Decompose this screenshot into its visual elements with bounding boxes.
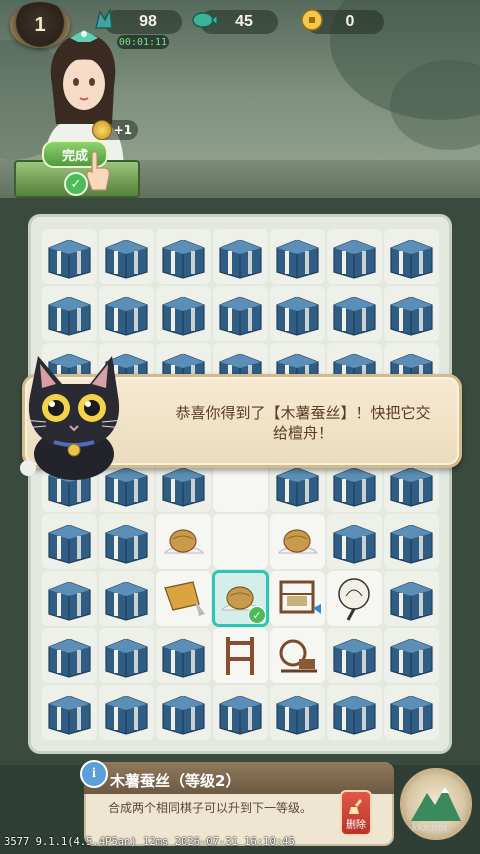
- coin-icon: [296, 4, 328, 36]
- board-cell[interactable]: [213, 685, 268, 740]
- board-cell[interactable]: [213, 229, 268, 284]
- watermark: kkx.net: [412, 822, 447, 834]
- delete-label: 删除: [346, 820, 366, 831]
- dialog-text: 恭喜你得到了【木薯蚕丝】！快把它交 给檀舟！: [143, 403, 463, 443]
- check-icon: ✓: [248, 606, 266, 624]
- board-cell[interactable]: [213, 514, 268, 569]
- board-cell[interactable]: [384, 514, 439, 569]
- board-cell[interactable]: [327, 628, 382, 683]
- board-cell[interactable]: [99, 685, 154, 740]
- board-cell[interactable]: [327, 685, 382, 740]
- board-cell[interactable]: [42, 685, 97, 740]
- board-cell[interactable]: [270, 229, 325, 284]
- board-cell[interactable]: [99, 514, 154, 569]
- board-cell[interactable]: [327, 286, 382, 341]
- board-cell[interactable]: [99, 286, 154, 341]
- board-cell[interactable]: [156, 628, 211, 683]
- board-cell[interactable]: [384, 229, 439, 284]
- gem-value: 45: [235, 13, 253, 30]
- tutorial-hand-icon: [86, 151, 110, 191]
- board-cell[interactable]: [384, 571, 439, 626]
- coin-icon: [92, 120, 112, 140]
- board-cell[interactable]: [270, 628, 325, 683]
- jade-fish-icon: [188, 4, 220, 36]
- quest-reward: +1: [92, 120, 138, 140]
- black-cat-mascot: [20, 356, 125, 480]
- board-cell[interactable]: [156, 685, 211, 740]
- board-cell[interactable]: [42, 628, 97, 683]
- board-cell[interactable]: ✓: [212, 570, 269, 627]
- board-cell[interactable]: [327, 571, 382, 626]
- board-cell[interactable]: [99, 628, 154, 683]
- quest-reward-value: +1: [113, 123, 132, 137]
- board-cell[interactable]: [327, 229, 382, 284]
- board-cell[interactable]: [270, 571, 325, 626]
- item-description: 合成两个相同棋子可以升到下一等级。: [108, 801, 313, 815]
- board-cell[interactable]: [270, 685, 325, 740]
- board-cell[interactable]: [42, 514, 97, 569]
- board-cell[interactable]: [156, 286, 211, 341]
- delete-button[interactable]: 删除: [340, 790, 372, 836]
- board-cell[interactable]: [42, 229, 97, 284]
- board-cell[interactable]: [42, 286, 97, 341]
- board-cell[interactable]: [213, 628, 268, 683]
- debug-footer: 3577 9.1.1(4.5.4P5an) 12ms 2026-07-31 16…: [4, 836, 295, 848]
- item-title: 木薯蚕丝（等级2）: [110, 772, 241, 790]
- board-cell[interactable]: [156, 571, 211, 626]
- board-cell[interactable]: [213, 286, 268, 341]
- dialog-line-1: 恭喜你得到了【木薯蚕丝】！快把它交: [175, 404, 431, 422]
- dialog-line-2: 给檀舟！: [272, 424, 333, 442]
- board-cell[interactable]: [384, 685, 439, 740]
- board-cell[interactable]: [156, 514, 211, 569]
- board-cell[interactable]: [384, 286, 439, 341]
- board-cell[interactable]: [270, 286, 325, 341]
- info-icon[interactable]: i: [80, 760, 108, 788]
- energy-value: 98: [139, 13, 157, 30]
- board-cell[interactable]: [42, 571, 97, 626]
- board-cell[interactable]: [156, 229, 211, 284]
- board-cell[interactable]: [99, 571, 154, 626]
- board-cell[interactable]: [270, 514, 325, 569]
- broom-icon: [349, 799, 362, 814]
- coin-value: 0: [345, 13, 355, 30]
- board-cell[interactable]: [99, 229, 154, 284]
- board-cell[interactable]: [384, 628, 439, 683]
- board-cell[interactable]: [327, 514, 382, 569]
